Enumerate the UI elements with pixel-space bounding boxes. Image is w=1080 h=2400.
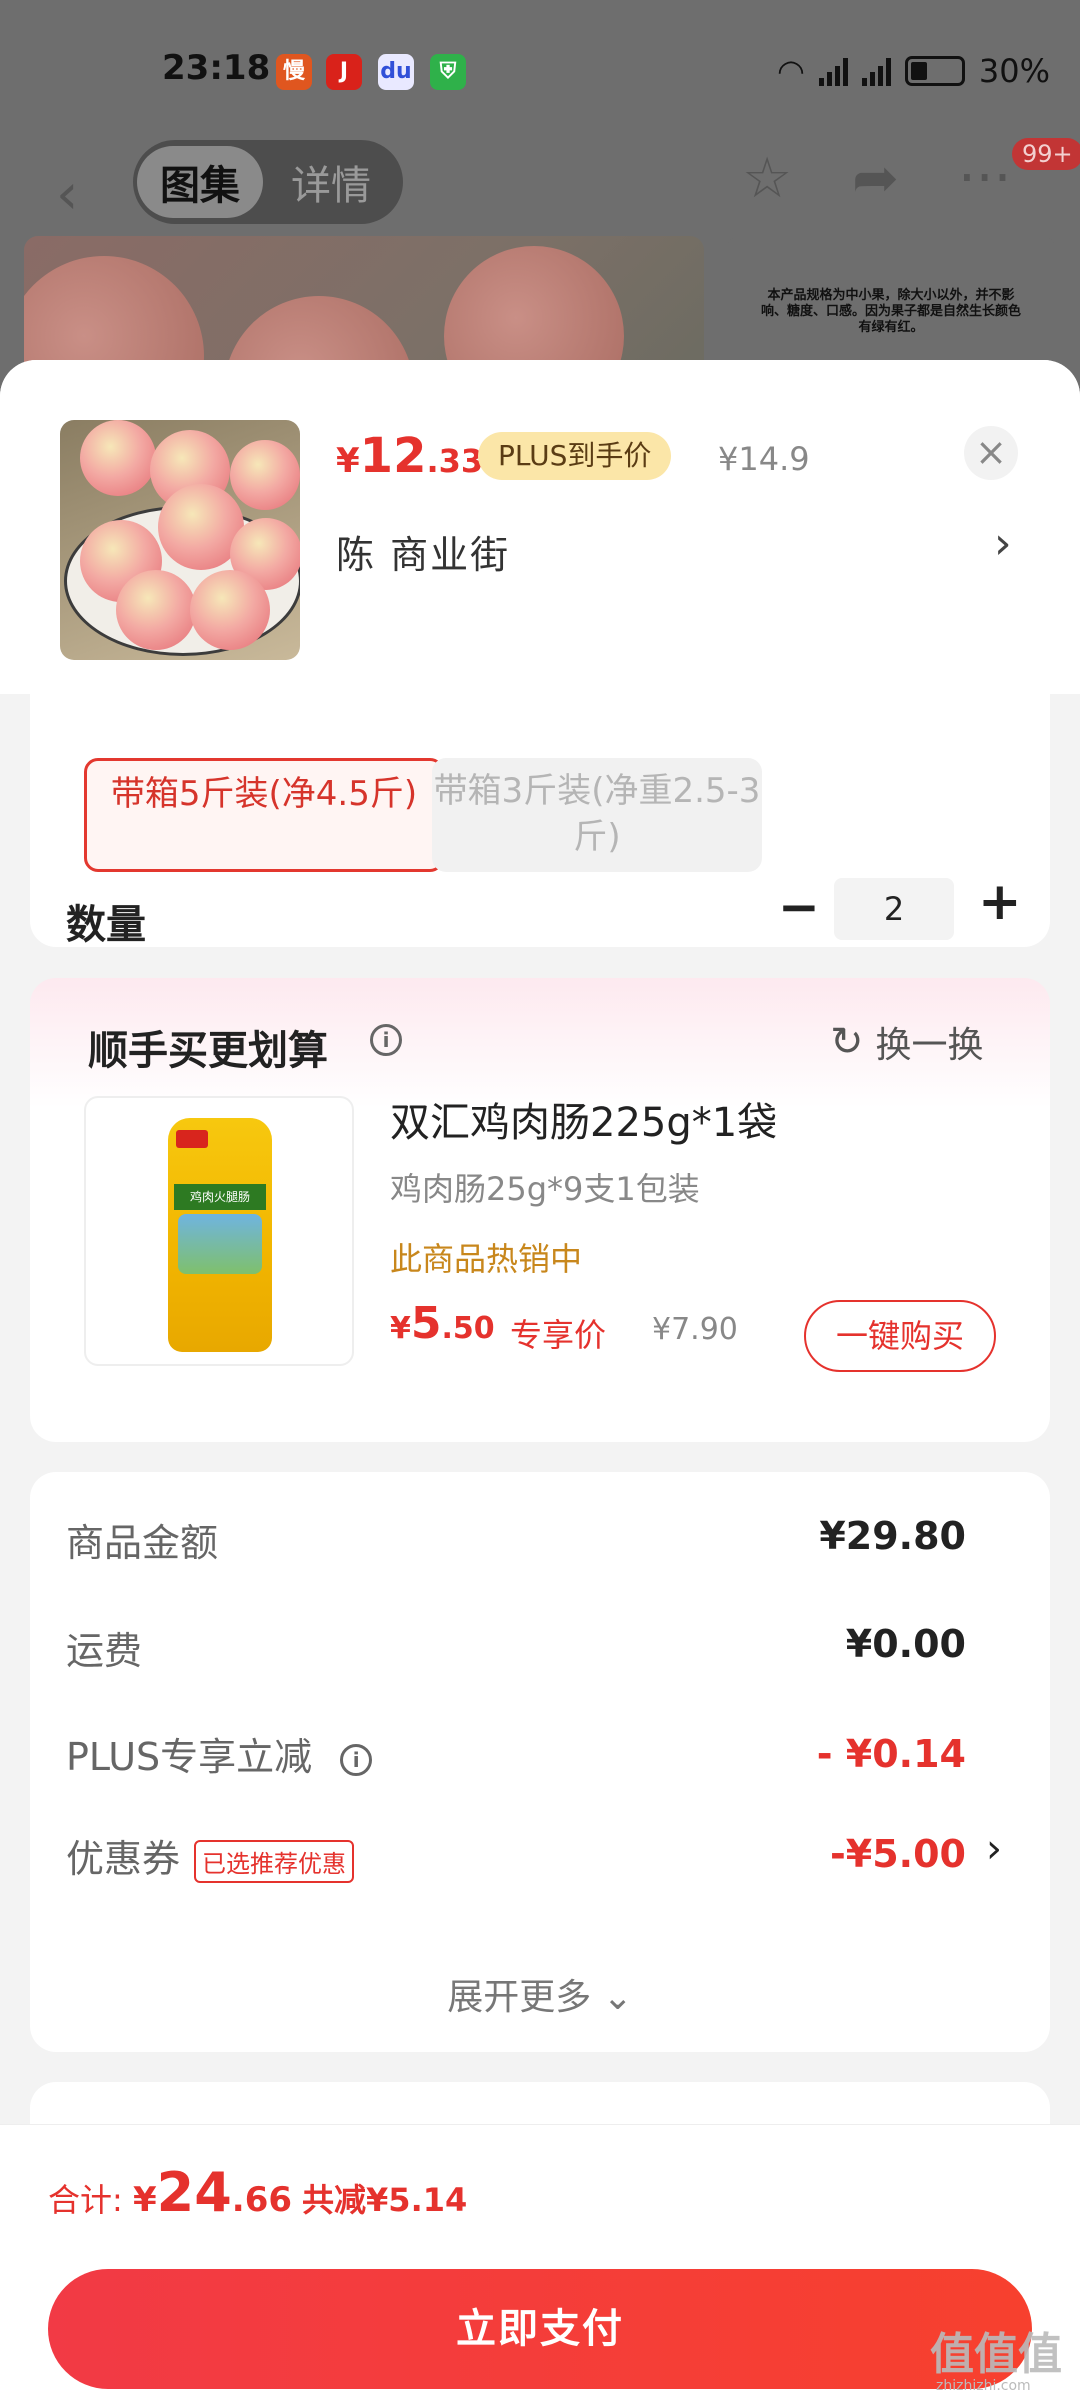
status-bar: 23:18 慢 J du ⛨ ◠ 30% bbox=[0, 0, 1080, 140]
baidu-icon: du bbox=[378, 54, 414, 90]
total-currency: ¥ bbox=[132, 2180, 157, 2220]
quantity-label: 数量 bbox=[66, 902, 146, 948]
plus-price-tag: PLUS到手价 bbox=[478, 432, 672, 480]
sheet-header: ¥12.33 PLUS到手价 ¥14.9 × 陈 商业街 › bbox=[0, 360, 1080, 694]
spec-option-label: 带箱5斤装(净4.5斤) bbox=[110, 774, 418, 814]
package-label: 鸡肉火腿肠 bbox=[174, 1184, 266, 1210]
pay-now-button[interactable]: 立即支付 bbox=[48, 2269, 1032, 2389]
summary-label-plus: PLUS专享立减 i bbox=[66, 1726, 373, 1781]
tab-details[interactable]: 详情 bbox=[263, 153, 399, 211]
quantity-plus-button[interactable]: + bbox=[978, 872, 1022, 932]
chevron-right-icon[interactable]: › bbox=[986, 1826, 1002, 1872]
price-currency: ¥ bbox=[390, 1311, 411, 1346]
battery-percent: 30% bbox=[978, 52, 1050, 90]
brand-logo bbox=[176, 1130, 208, 1148]
sausage-package: 鸡肉火腿肠 bbox=[168, 1118, 272, 1352]
top-nav: ‹ 图集 详情 ☆ ➦ ··· 99+ bbox=[0, 138, 1080, 240]
expand-more-button[interactable]: 展开更多 ⌄ bbox=[30, 1968, 1050, 2020]
refresh-label: 换一换 bbox=[875, 1025, 984, 1066]
one-click-buy-button[interactable]: 一键购买 bbox=[804, 1300, 996, 1372]
wifi-icon: ◠ bbox=[776, 52, 805, 90]
jd-app-icon: J bbox=[326, 54, 362, 90]
back-icon[interactable]: ‹ bbox=[56, 162, 78, 227]
info-icon[interactable]: i bbox=[340, 1743, 373, 1776]
total-integer: 24 bbox=[156, 2161, 232, 2224]
bundle-product-desc: 鸡肉肠25g*9支1包装 bbox=[390, 1170, 700, 1208]
view-switcher: 图集 详情 bbox=[133, 140, 403, 224]
chevron-right-icon[interactable]: › bbox=[994, 518, 1012, 569]
price-integer: 12 bbox=[359, 428, 427, 484]
bundle-title: 顺手买更划算 bbox=[88, 1028, 328, 1074]
app-notification-icon: 慢 bbox=[276, 54, 312, 90]
bundle-hot-label: 此商品热销中 bbox=[390, 1240, 583, 1278]
plus-price: ¥12.33 bbox=[336, 428, 483, 484]
summary-value-plus: - ¥0.14 bbox=[816, 1732, 966, 1776]
summary-label-goods: 商品金额 bbox=[66, 1521, 219, 1565]
price-decimal: .50 bbox=[441, 1311, 495, 1346]
close-button[interactable]: × bbox=[964, 426, 1018, 480]
order-total: 合计: ¥24.66 共减¥5.14 bbox=[48, 2161, 467, 2224]
summary-value-coupon[interactable]: -¥5.00 bbox=[830, 1832, 966, 1876]
message-badge: 99+ bbox=[1012, 138, 1080, 170]
battery-icon bbox=[904, 56, 965, 86]
summary-value-shipping: ¥0.00 bbox=[845, 1622, 966, 1666]
price-integer: 5 bbox=[410, 1298, 442, 1349]
summary-label-coupon[interactable]: 优惠券 已选推荐优惠 bbox=[66, 1828, 355, 1883]
product-thumbnail bbox=[60, 420, 300, 660]
summary-value-goods: ¥29.80 bbox=[819, 1514, 966, 1558]
quantity-minus-button[interactable]: − bbox=[778, 878, 820, 936]
quantity-input[interactable]: 2 bbox=[834, 878, 954, 940]
total-label: 合计: bbox=[48, 2181, 133, 2219]
total-saved: 共减¥5.14 bbox=[302, 2181, 468, 2219]
plus-discount-label: PLUS专享立减 bbox=[66, 1735, 313, 1779]
original-price: ¥14.9 bbox=[718, 440, 810, 478]
spec-option-label: 带箱3斤装(净重2.5-3斤) bbox=[433, 771, 761, 857]
order-sheet: ¥12.33 PLUS到手价 ¥14.9 × 陈 商业街 › 带箱5斤装(净4.… bbox=[0, 360, 1080, 2400]
security-icon: ⛨ bbox=[430, 54, 466, 90]
bottom-bar: 合计: ¥24.66 共减¥5.14 立即支付 bbox=[0, 2124, 1080, 2400]
signal-icon-2 bbox=[861, 56, 891, 86]
status-indicators: ◠ 30% bbox=[777, 52, 1050, 90]
signal-icon bbox=[818, 56, 848, 86]
watermark-logo: 值值值 bbox=[930, 2329, 1062, 2380]
coupon-label: 优惠券 bbox=[66, 1837, 181, 1881]
price-decimal: .33 bbox=[426, 442, 484, 480]
refresh-icon: ↻ bbox=[830, 1019, 864, 1065]
star-icon[interactable]: ☆ bbox=[742, 146, 792, 211]
spec-option-5jin[interactable]: 带箱5斤装(净4.5斤) bbox=[84, 758, 444, 872]
refresh-button[interactable]: ↻ 换一换 bbox=[830, 1016, 984, 1068]
price-currency: ¥ bbox=[336, 441, 360, 481]
price-summary-card: 商品金额 ¥29.80 运费 ¥0.00 PLUS专享立减 i - ¥0.14 … bbox=[30, 1472, 1050, 2052]
summary-label-shipping: 运费 bbox=[66, 1629, 143, 1673]
bundle-product-image[interactable]: 鸡肉火腿肠 bbox=[84, 1096, 354, 1366]
info-icon[interactable]: i bbox=[370, 1024, 402, 1056]
coupon-tag: 已选推荐优惠 bbox=[194, 1840, 355, 1883]
package-scene bbox=[178, 1214, 262, 1274]
bundle-card: 顺手买更划算 i ↻ 换一换 鸡肉火腿肠 双汇鸡肉肠225g*1袋 鸡肉肠25g… bbox=[30, 978, 1050, 1442]
bundle-product-name[interactable]: 双汇鸡肉肠225g*1袋 bbox=[390, 1090, 777, 1148]
watermark-site: zhizhizhi.com bbox=[936, 2378, 1031, 2394]
spec-option-3jin[interactable]: 带箱3斤装(净重2.5-3斤) bbox=[432, 758, 762, 872]
total-decimal: .66 bbox=[231, 2180, 293, 2220]
share-icon[interactable]: ➦ bbox=[852, 146, 899, 211]
bundle-original-price: ¥7.90 bbox=[652, 1312, 738, 1347]
more-icon[interactable]: ··· bbox=[958, 146, 1011, 211]
background-page: 23:18 慢 J du ⛨ ◠ 30% ‹ 图集 详情 ☆ ➦ ··· 99+… bbox=[0, 0, 1080, 406]
bundle-price: ¥5.50 bbox=[390, 1298, 495, 1349]
exclusive-price-label: 专享价 bbox=[510, 1316, 607, 1354]
tab-gallery[interactable]: 图集 bbox=[137, 146, 263, 218]
gallery-note-text: 本产品规格为中小果，除大小以外，并不影响、糖度、口感。因为果子都是自然生长颜色有… bbox=[760, 288, 1021, 335]
status-time: 23:18 bbox=[162, 48, 271, 88]
delivery-address[interactable]: 陈 商业街 bbox=[336, 524, 510, 579]
